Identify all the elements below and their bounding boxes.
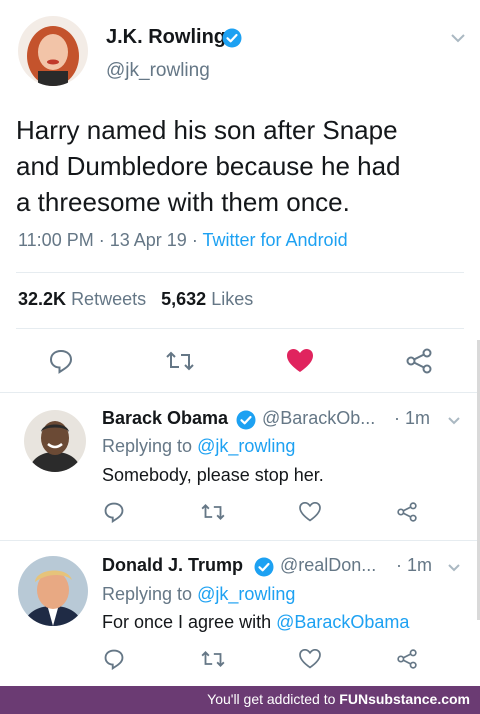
avatar-donald-trump[interactable] xyxy=(18,556,88,626)
divider xyxy=(0,540,480,541)
reply-time: · 1m xyxy=(396,555,432,575)
tweet-source-link[interactable]: Twitter for Android xyxy=(203,230,348,250)
verified-badge-icon xyxy=(254,557,274,582)
share-icon[interactable] xyxy=(404,346,434,376)
tweet-text-line: Harry named his son after Snape xyxy=(16,115,398,145)
tweet-stats: 32.2K Retweets 5,632 Likes xyxy=(18,289,253,310)
share-icon[interactable] xyxy=(395,647,419,671)
reply-icon[interactable] xyxy=(102,500,126,524)
chevron-down-icon[interactable] xyxy=(448,28,468,48)
retweets-count[interactable]: 32.2K xyxy=(18,289,66,309)
likes-label[interactable]: Likes xyxy=(211,289,253,309)
author-handle[interactable]: @jk_rowling xyxy=(106,60,210,82)
reply-author-handle[interactable]: @BarackOb... xyxy=(262,408,375,429)
replying-to-mention[interactable]: @jk_rowling xyxy=(197,584,295,604)
likes-count[interactable]: 5,632 xyxy=(161,289,206,309)
reply-icon[interactable] xyxy=(102,647,126,671)
reply-text: Somebody, please stop her. xyxy=(102,465,324,485)
meta-separator: · xyxy=(191,230,198,250)
watermark-banner: You'll get addicted to FUNsubstance.com xyxy=(0,686,480,714)
replying-to: Replying to @jk_rowling xyxy=(102,436,295,457)
retweets-label[interactable]: Retweets xyxy=(71,289,146,309)
watermark-text: You'll get addicted to FUNsubstance.com xyxy=(207,691,470,707)
reply-author-name[interactable]: Donald J. Trump xyxy=(102,555,243,576)
reply-author-handle[interactable]: @realDon... xyxy=(280,555,376,576)
verified-badge-icon xyxy=(222,28,242,53)
meta-separator: · xyxy=(98,230,105,250)
reply-time: · 1m xyxy=(394,408,430,428)
reply-text: For once I agree with @BarackObama xyxy=(102,612,409,633)
heart-icon[interactable] xyxy=(298,500,322,524)
heart-icon[interactable] xyxy=(298,647,322,671)
tweet-text: Harry named his son after Snape and Dumb… xyxy=(16,112,466,220)
replying-to-mention[interactable]: @jk_rowling xyxy=(197,436,295,456)
share-icon[interactable] xyxy=(395,500,419,524)
divider xyxy=(0,392,480,393)
divider xyxy=(16,328,464,329)
chevron-down-icon[interactable] xyxy=(444,410,464,430)
divider xyxy=(16,272,464,273)
tweet-text-line: and Dumbledore because he had xyxy=(16,151,401,181)
watermark-brand: FUNsubstance.com xyxy=(339,691,470,707)
tweet-date: 13 Apr 19 xyxy=(109,230,187,250)
reply-icon[interactable] xyxy=(46,346,76,376)
reply-author-name[interactable]: Barack Obama xyxy=(102,408,228,429)
avatar-jk-rowling[interactable] xyxy=(18,16,88,86)
replying-to: Replying to @jk_rowling xyxy=(102,584,295,605)
chevron-down-icon[interactable] xyxy=(444,557,464,577)
author-name[interactable]: J.K. Rowling xyxy=(106,26,226,49)
verified-badge-icon xyxy=(236,410,256,435)
replying-label: Replying to xyxy=(102,584,193,604)
watermark-tagline: You'll get addicted to xyxy=(207,691,336,707)
heart-icon[interactable] xyxy=(285,346,315,376)
retweet-icon[interactable] xyxy=(164,346,196,376)
retweet-icon[interactable] xyxy=(200,647,226,671)
tweet-meta: 11:00 PM · 13 Apr 19 · Twitter for Andro… xyxy=(18,230,348,251)
reply-text-mention[interactable]: @BarackObama xyxy=(276,612,409,632)
tweet-text-line: a threesome with them once. xyxy=(16,187,350,217)
tweet-time: 11:00 PM xyxy=(18,230,94,250)
replying-label: Replying to xyxy=(102,436,193,456)
reply-text-body: For once I agree with xyxy=(102,612,272,632)
retweet-icon[interactable] xyxy=(200,500,226,524)
avatar-barack-obama[interactable] xyxy=(24,410,86,472)
